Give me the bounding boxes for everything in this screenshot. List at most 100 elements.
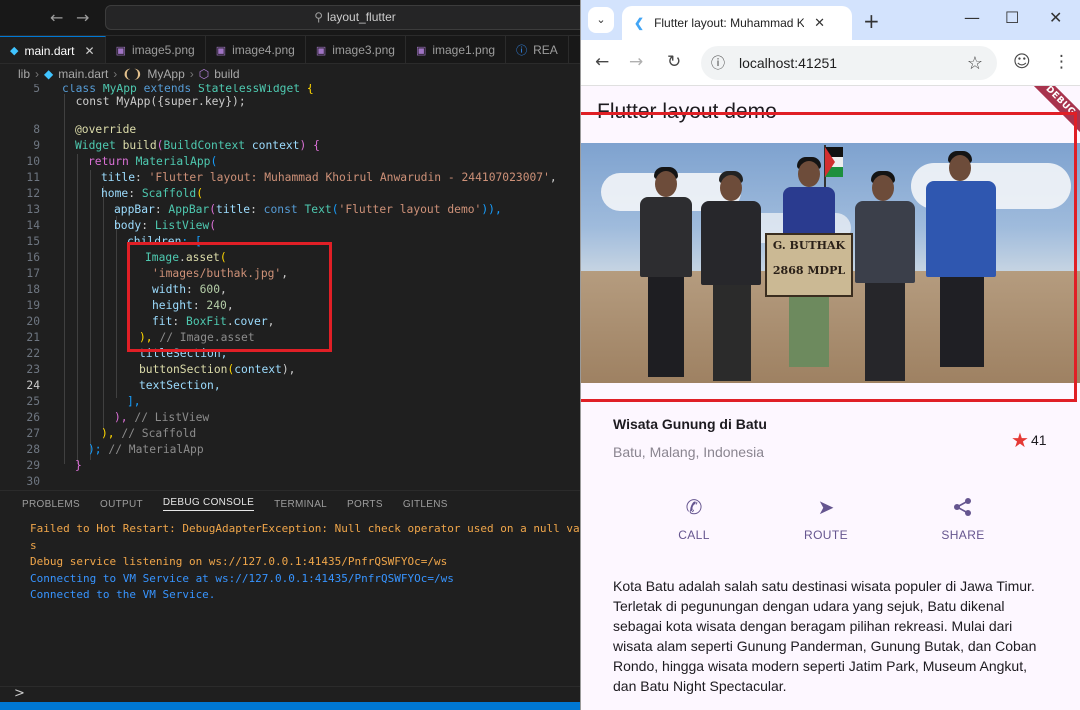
line-number: 12 <box>26 187 40 200</box>
line-number: 19 <box>26 299 40 312</box>
forward-arrow-icon[interactable]: → <box>76 8 89 27</box>
code-token: ListView <box>154 219 210 232</box>
console-input[interactable]: > <box>0 686 580 702</box>
breadcrumb-item[interactable]: main.dart <box>58 67 108 81</box>
code-token: build <box>122 139 157 152</box>
class-icon: ❨❩ <box>122 67 143 81</box>
flutter-logo-icon: ❮ <box>634 16 645 30</box>
console-line: s <box>30 538 37 552</box>
search-icon: ⚲ <box>314 10 324 24</box>
code-token: // ListView <box>134 411 210 424</box>
code-line: 29} <box>0 458 580 474</box>
editor-tabs: ◆ main.dart ✕ ▣ image5.png ▣ image4.png … <box>0 36 580 64</box>
tab-main-dart[interactable]: ◆ main.dart ✕ <box>0 36 106 63</box>
code-token: ( <box>331 203 339 216</box>
line-number: 23 <box>26 363 40 376</box>
chevron-right-icon: › <box>189 67 194 81</box>
call-label: CALL <box>678 528 710 542</box>
tab-image4[interactable]: ▣ image4.png <box>206 36 306 63</box>
breadcrumb-item[interactable]: MyApp <box>147 67 184 81</box>
command-center-search[interactable]: ⚲ layout_flutter <box>105 5 605 30</box>
tab-image5[interactable]: ▣ image5.png <box>106 36 206 63</box>
close-icon[interactable]: ✕ <box>814 15 825 31</box>
tab-readme[interactable]: ⓘ REA <box>506 36 569 63</box>
tab-label: main.dart <box>24 43 75 58</box>
line-number: 13 <box>26 203 40 216</box>
new-tab-icon[interactable]: + <box>863 9 880 33</box>
back-icon[interactable]: ← <box>595 52 609 72</box>
code-token: return <box>88 155 136 168</box>
code-token: : <box>128 187 142 200</box>
code-token: BuildContext <box>163 139 252 152</box>
highlight-box <box>581 112 1077 402</box>
tab-problems[interactable]: PROBLEMS <box>22 499 80 510</box>
close-window-icon[interactable]: ✕ <box>1049 8 1062 27</box>
dart-icon: ◆ <box>10 45 19 57</box>
tab-gitlens[interactable]: GITLENS <box>403 499 448 510</box>
site-info-icon[interactable]: ⓘ <box>711 46 725 80</box>
tab-debug-console[interactable]: DEBUG CONSOLE <box>162 497 255 511</box>
call-button[interactable]: ✆ CALL <box>654 494 734 542</box>
tab-label: image3.png <box>332 43 395 57</box>
console-line: Failed to Hot Restart: DebugAdapterExcep… <box>30 522 600 535</box>
code-token: const MyApp({super.key}); <box>62 95 246 108</box>
maximize-icon[interactable]: ☐ <box>1005 8 1019 27</box>
code-token: @override <box>75 123 137 136</box>
code-line: 14 body: ListView( <box>0 218 580 234</box>
reload-icon[interactable]: ↻ <box>667 52 681 72</box>
image-icon: ▣ <box>415 44 427 57</box>
back-arrow-icon[interactable]: ← <box>50 8 63 27</box>
code-token: ], <box>127 395 141 408</box>
bookmark-star-icon[interactable]: ☆ <box>967 46 983 80</box>
share-button[interactable]: SHARE <box>923 494 1003 542</box>
line-number: 15 <box>26 235 40 248</box>
console-line: Debug service listening on ws://127.0.0.… <box>30 555 448 568</box>
browser-tab-title: Flutter layout: Muhammad Khoi <box>654 16 805 30</box>
code-token: 'Flutter layout: Muhammad Khoirul Anwaru… <box>148 171 550 184</box>
address-bar[interactable]: ⓘ localhost:41251 ☆ <box>701 46 997 80</box>
browser-tab[interactable]: ❮ Flutter layout: Muhammad Khoi ✕ <box>622 6 852 40</box>
tab-terminal[interactable]: TERMINAL <box>274 499 327 510</box>
browser-toolbar: ← → ↻ ⓘ localhost:41251 ☆ ☺ ⋮ <box>581 40 1080 86</box>
code-editor[interactable]: 5 class MyApp extends StatelessWidget { c… <box>0 84 580 488</box>
code-token: ), <box>101 427 122 440</box>
breadcrumb-item[interactable]: lib <box>18 67 30 81</box>
forward-icon[interactable]: → <box>629 52 643 72</box>
status-bar <box>0 702 580 710</box>
image-icon: ▣ <box>215 44 227 57</box>
navigation-icon: ➤ <box>817 497 835 519</box>
code-token: title <box>216 203 251 216</box>
breadcrumb-item[interactable]: build <box>214 67 239 81</box>
tab-ports[interactable]: PORTS <box>347 499 383 510</box>
tab-label: image5.png <box>131 43 195 57</box>
code-token: body <box>114 219 142 232</box>
close-icon[interactable]: ✕ <box>85 44 95 58</box>
code-token: Scaffold <box>141 187 197 200</box>
tab-output[interactable]: OUTPUT <box>100 499 143 510</box>
line-number: 27 <box>26 427 40 440</box>
tab-image1[interactable]: ▣ image1.png <box>406 36 507 63</box>
menu-kebab-icon[interactable]: ⋮ <box>1053 52 1070 72</box>
code-line: 11 title: 'Flutter layout: Muhammad Khoir… <box>0 170 580 186</box>
code-token: : <box>135 171 149 184</box>
code-token: Text <box>304 203 332 216</box>
bottom-panel: PROBLEMS OUTPUT DEBUG CONSOLE TERMINAL P… <box>0 490 600 686</box>
line-number: 8 <box>33 123 40 136</box>
code-line: 27), // Scaffold <box>0 426 580 442</box>
line-number: 20 <box>26 315 40 328</box>
tab-image3[interactable]: ▣ image3.png <box>306 36 406 63</box>
code-token: , <box>549 171 557 184</box>
console-line: Connected to the VM Service. <box>30 588 216 601</box>
vscode-titlebar: ← → ⚲ layout_flutter <box>0 0 605 36</box>
code-line: 23 buttonSection(context), <box>0 362 580 378</box>
favorite-widget[interactable]: ★ 41 <box>1011 428 1047 453</box>
console-line: Connecting to VM Service at ws://127.0.0… <box>30 571 454 585</box>
code-line: 9 Widget build(BuildContext context) { <box>0 138 580 154</box>
route-button[interactable]: ➤ ROUTE <box>786 494 866 542</box>
tab-search-icon[interactable]: ⌄ <box>588 7 614 33</box>
desktop: ← → ⚲ layout_flutter ◆ main.dart ✕ ▣ imag… <box>0 0 1080 710</box>
code-line: 26), // ListView <box>0 410 580 426</box>
star-icon[interactable]: ★ <box>1011 430 1029 452</box>
profile-icon[interactable]: ☺ <box>1013 52 1031 72</box>
minimize-icon[interactable]: — <box>964 8 980 27</box>
